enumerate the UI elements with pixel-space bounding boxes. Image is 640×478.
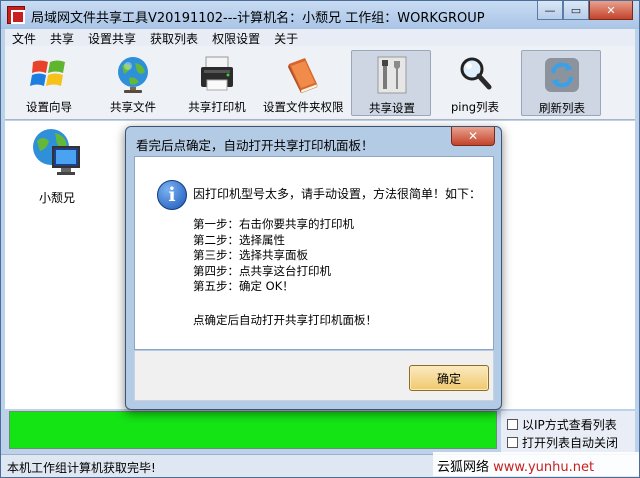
dialog-close-button[interactable]: ✕ xyxy=(451,127,495,146)
ok-button[interactable]: 确定 xyxy=(409,365,489,391)
progress-area xyxy=(9,411,497,449)
menu-about[interactable]: 关于 xyxy=(267,29,305,46)
instruction-dialog: 看完后点确定，自动打开共享打印机面板！ ✕ i 因打印机型号太多，请手动设置，方… xyxy=(125,126,502,410)
refresh-list-button[interactable]: 刷新列表 xyxy=(521,50,601,116)
title-bar[interactable]: 局域网文件共享工具V20191102---计算机名：小颓兄 工作组：WORKGR… xyxy=(1,1,639,29)
dialog-step: 第一步：右击你要共享的打印机 xyxy=(193,217,354,231)
watermark-url: www.yunhu.net xyxy=(493,460,595,475)
toolbar: 设置向导 共享文件 共享打印机 设置文件夹权限 共享设置 ping列表 刷新列表 xyxy=(5,46,635,120)
setup-wizard-label: 设置向导 xyxy=(26,100,72,114)
menu-get-list[interactable]: 获取列表 xyxy=(143,29,205,46)
share-printer-label: 共享打印机 xyxy=(188,100,246,114)
dialog-step: 第五步：确定 OK！ xyxy=(193,279,294,293)
dialog-title: 看完后点确定，自动打开共享打印机面板！ xyxy=(136,138,374,153)
app-logo-icon xyxy=(7,6,25,24)
menu-share[interactable]: 共享 xyxy=(43,29,81,46)
watermark: 云狐网络 www.yunhu.net xyxy=(433,452,639,476)
status-text: 本机工作组计算机获取完毕! xyxy=(7,461,156,475)
ping-list-button[interactable]: ping列表 xyxy=(435,50,515,116)
maximize-button[interactable]: ▭ xyxy=(563,1,589,20)
view-by-ip-checkbox[interactable]: 以IP方式查看列表 xyxy=(507,416,617,433)
close-button[interactable]: ✕ xyxy=(589,1,633,20)
folder-permissions-label: 设置文件夹权限 xyxy=(263,100,344,114)
menu-bar: 文件 共享 设置共享 获取列表 权限设置 关于 xyxy=(5,29,635,46)
refresh-icon xyxy=(545,58,579,92)
windows-logo-icon xyxy=(30,60,65,86)
watermark-brand: 云狐网络 xyxy=(437,460,490,475)
options-panel: 以IP方式查看列表 打开列表自动关闭 xyxy=(501,411,635,453)
share-settings-label: 共享设置 xyxy=(369,101,415,115)
dialog-footer-text: 点确定后自动打开共享打印机面板！ xyxy=(193,313,377,327)
setup-wizard-button[interactable]: 设置向导 xyxy=(9,50,89,116)
info-icon: i xyxy=(157,180,187,210)
dialog-steps: 第一步：右击你要共享的打印机 第二步：选择属性 第三步：选择共享面板 第四步：点… xyxy=(193,217,354,295)
computer-name: 小颓兄 xyxy=(38,191,75,205)
window-title: 局域网文件共享工具V20191102---计算机名：小颓兄 工作组：WORKGR… xyxy=(31,11,485,26)
dialog-step: 第三步：选择共享面板 xyxy=(193,248,308,262)
window-controls: — ▭ ✕ xyxy=(537,1,633,20)
share-files-button[interactable]: 共享文件 xyxy=(93,50,173,116)
folder-permissions-button[interactable]: 设置文件夹权限 xyxy=(263,50,344,116)
refresh-list-label: 刷新列表 xyxy=(539,101,585,115)
menu-share-settings[interactable]: 设置共享 xyxy=(81,29,143,46)
auto-close-checkbox[interactable]: 打开列表自动关闭 xyxy=(507,434,618,451)
printer-icon xyxy=(201,56,233,91)
tools-icon xyxy=(377,56,407,94)
computer-item[interactable]: 小颓兄 xyxy=(25,127,89,207)
menu-file[interactable]: 文件 xyxy=(5,29,43,46)
checkbox-box[interactable] xyxy=(507,437,518,448)
auto-close-label: 打开列表自动关闭 xyxy=(522,436,619,450)
dialog-button-bar: 确定 xyxy=(134,351,494,401)
view-by-ip-label: 以IP方式查看列表 xyxy=(522,418,617,432)
magnifier-icon xyxy=(460,57,492,90)
share-printer-button[interactable]: 共享打印机 xyxy=(177,50,257,116)
network-computer-icon xyxy=(33,129,80,175)
dialog-step: 第二步：选择属性 xyxy=(193,232,285,247)
dialog-message: 因打印机型号太多，请手动设置，方法很简单！如下： xyxy=(193,187,482,201)
dialog-body: i 因打印机型号太多，请手动设置，方法很简单！如下： 第一步：右击你要共享的打印… xyxy=(134,156,494,350)
checkbox-box[interactable] xyxy=(507,419,518,430)
dialog-step: 第四步：点共享这台打印机 xyxy=(193,263,331,278)
share-settings-button[interactable]: 共享设置 xyxy=(351,50,431,116)
minimize-button[interactable]: — xyxy=(537,1,563,20)
globe-icon xyxy=(118,57,148,93)
book-icon xyxy=(288,58,318,94)
menu-permissions[interactable]: 权限设置 xyxy=(205,29,267,46)
ping-list-label: ping列表 xyxy=(450,100,500,114)
share-files-label: 共享文件 xyxy=(110,100,156,114)
